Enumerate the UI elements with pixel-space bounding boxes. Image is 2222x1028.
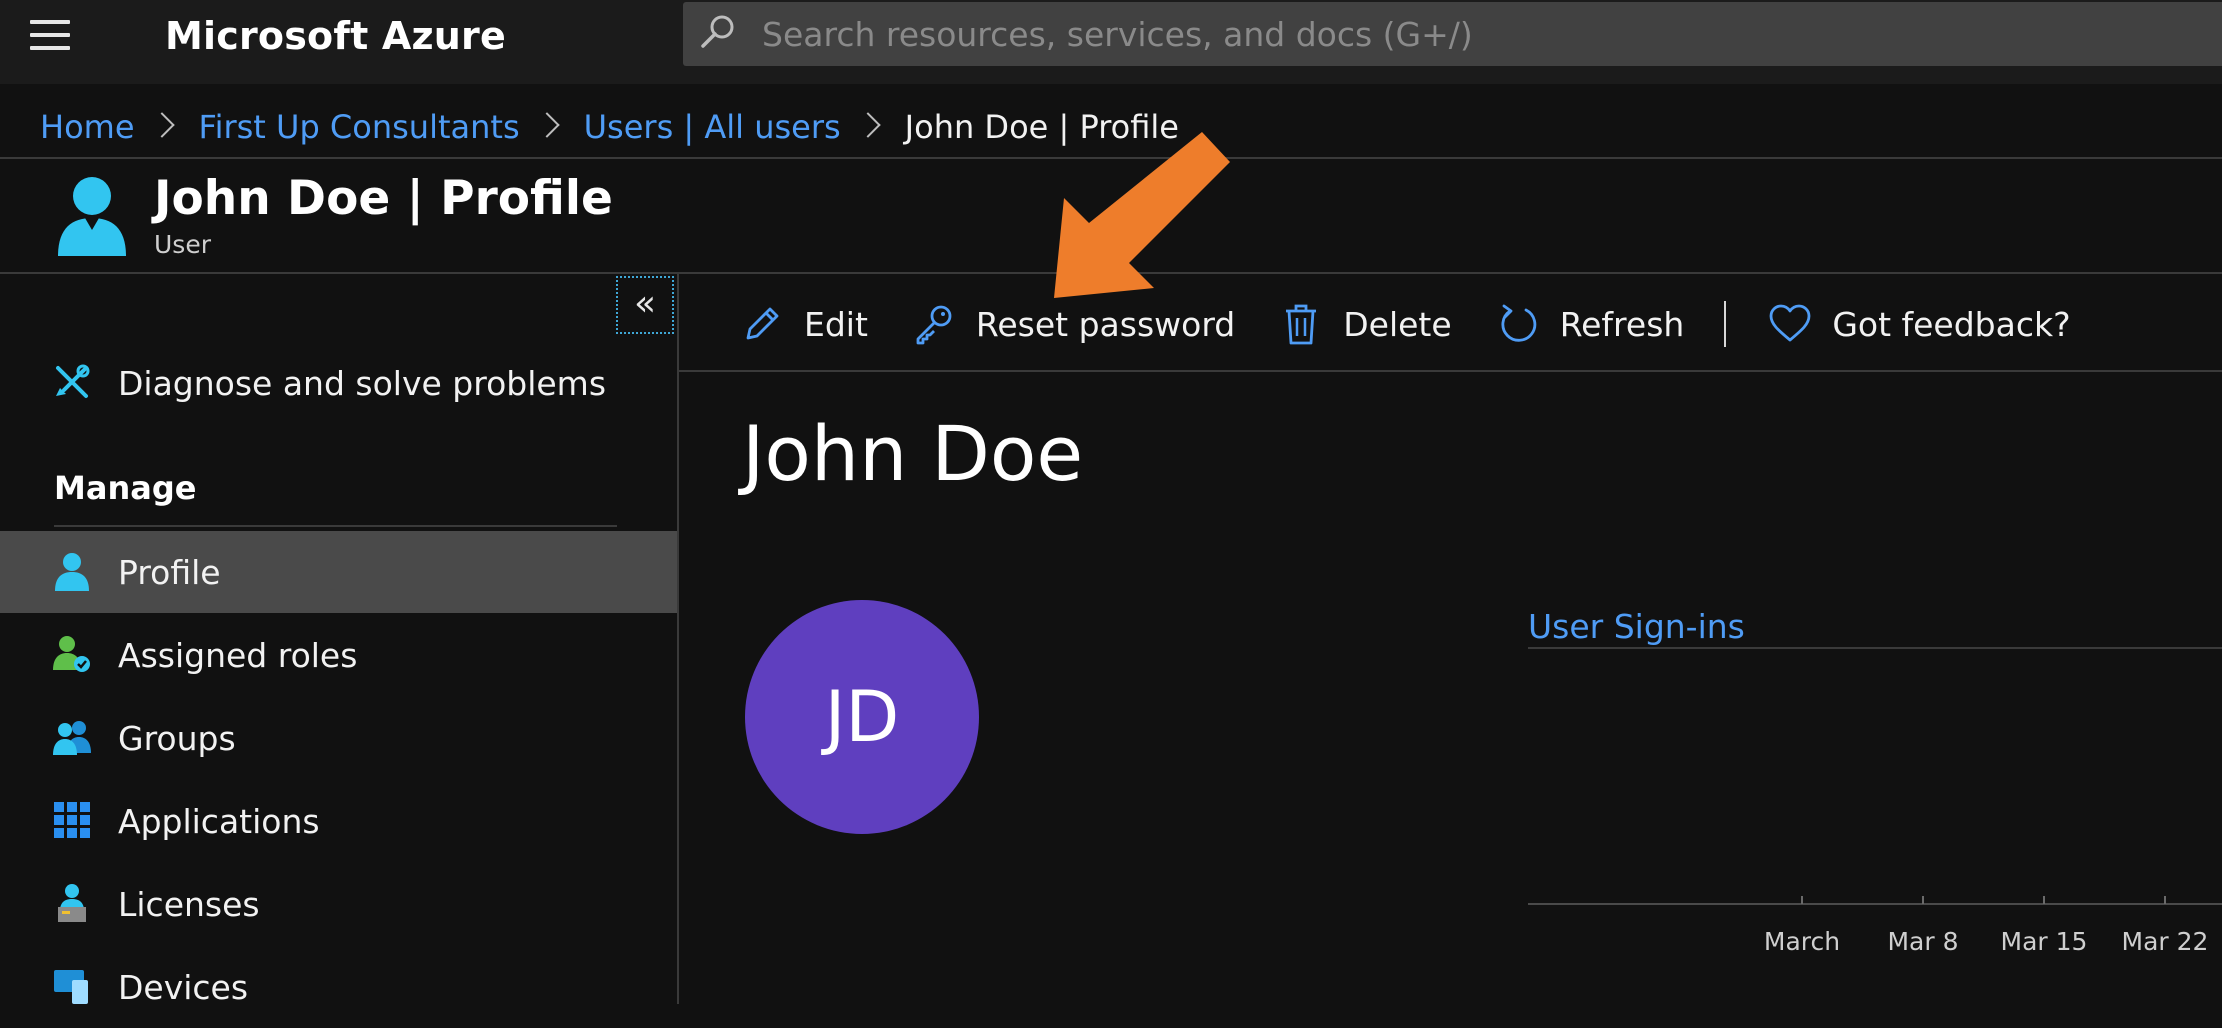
delete-label: Delete [1343,304,1452,344]
breadcrumb-tenant[interactable]: First Up Consultants [199,102,520,152]
chart-x-tick-label: Mar 8 [1887,927,1958,956]
refresh-label: Refresh [1559,304,1685,344]
signins-chart: March Mar 8 Mar 15 Mar 22 [1528,896,2222,956]
collapse-sidebar-button[interactable]: « [616,276,674,334]
sidebar-item-groups[interactable]: Groups [0,697,677,779]
search-input[interactable] [762,2,2202,66]
user-display-name: John Doe [742,409,1084,498]
chevron-right-icon [854,112,881,138]
user-icon [55,553,89,591]
sidebar-item-label: Licenses [118,884,260,924]
sidebar-item-label: Groups [118,718,236,758]
breadcrumb-all-users[interactable]: Users | All users [584,102,841,152]
chevron-right-icon [148,112,175,138]
chart-x-tick-label: March [1764,927,1840,956]
delete-button[interactable]: Delete [1279,302,1452,346]
pencil-icon [746,307,779,340]
feedback-button[interactable]: Got feedback? [1768,302,2071,346]
sidebar-item-devices[interactable]: Devices [0,946,677,1028]
sidebar-item-label: Devices [118,967,249,1007]
feedback-label: Got feedback? [1832,304,2071,344]
key-icon [916,305,952,345]
group-icon [53,721,91,755]
license-icon [58,884,86,922]
app-title[interactable]: Microsoft Azure [165,12,506,60]
sidebar-item-applications[interactable]: Applications [0,780,677,862]
reset-password-label: Reset password [975,304,1236,344]
tools-icon [56,364,90,398]
search-icon [701,15,734,48]
devices-icon [54,970,88,1004]
reset-password-button[interactable]: Reset password [912,302,1235,346]
sidebar-item-label: Assigned roles [118,635,358,675]
sidebar-item-label: Applications [118,801,320,841]
avatar: JD [745,600,979,834]
refresh-button[interactable]: Refresh [1496,302,1685,346]
trash-icon [1286,304,1317,345]
chevron-right-icon [533,112,560,138]
edit-label: Edit [804,304,868,344]
user-role-icon [53,636,90,672]
divider [1528,647,2222,649]
sidebar-item-profile[interactable]: Profile [0,531,677,613]
sidebar-item-licenses[interactable]: Licenses [0,863,677,945]
orange-arrow-icon [1054,132,1230,298]
sidebar-item-label: Diagnose and solve problems [118,363,607,403]
user-icon [58,177,126,256]
toolbar-separator [1724,301,1727,347]
section-heading-manage: Manage [54,469,197,507]
hamburger-menu-icon[interactable] [30,18,70,52]
chart-x-tick-label: Mar 22 [2122,927,2209,956]
command-bar: Edit Reset password Delete Refresh Got f [740,296,2115,352]
user-signins-link[interactable]: User Sign-ins [1528,605,1745,649]
breadcrumb-home[interactable]: Home [40,102,135,152]
sidebar-item-diagnose[interactable]: Diagnose and solve problems [0,342,677,424]
page-title: John Doe | Profile [154,171,613,226]
refresh-icon [1501,304,1536,342]
apps-grid-icon [54,802,90,838]
sidebar-item-label: Profile [118,552,221,592]
sidebar-item-assigned-roles[interactable]: Assigned roles [0,614,677,696]
divider [54,525,617,527]
sidebar-border [677,274,679,1004]
chart-x-tick-label: Mar 15 [2001,927,2088,956]
page-subtitle: User [154,230,211,259]
heart-icon [1769,304,1811,342]
avatar-initials: JD [824,676,900,758]
breadcrumb: Home First Up Consultants Users | All us… [40,102,1179,152]
edit-button[interactable]: Edit [740,302,868,346]
divider [679,370,2222,372]
